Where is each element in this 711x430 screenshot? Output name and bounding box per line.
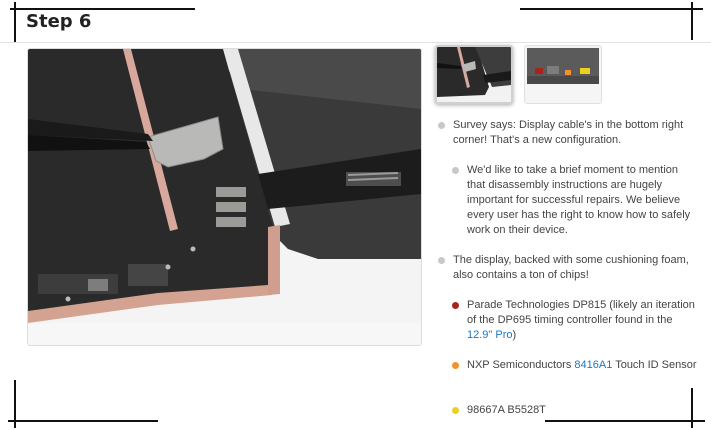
frame-line-bottom-right (545, 420, 705, 422)
link-12-9-pro[interactable]: 12.9" Pro (467, 329, 513, 341)
bullet-text-post: ) (512, 329, 517, 341)
bullet-text: Survey says: Display cable's in the bott… (453, 119, 684, 146)
bullet-item: We'd like to take a brief moment to ment… (452, 163, 698, 238)
bullet-dot-icon (438, 257, 445, 264)
bullet-text: 98667A B5528T (467, 404, 546, 416)
frame-line-right-top (691, 2, 693, 40)
bullet-text: Parade Technologies DP815 (likely an ite… (467, 299, 695, 326)
frame-line-top-right (520, 8, 703, 10)
bullet-item: Survey says: Display cable's in the bott… (438, 118, 698, 148)
main-step-image[interactable] (27, 48, 422, 346)
frame-line-top-left (10, 8, 195, 10)
bullet-dot-yellow-icon (452, 407, 459, 414)
bullet-dot-icon (438, 122, 445, 129)
bullet-text: The display, backed with some cushioning… (453, 254, 689, 281)
bullet-text: NXP Semiconductors (467, 359, 575, 371)
bullet-item: 98667A B5528T (452, 403, 698, 418)
bullet-dot-red-icon (452, 302, 459, 309)
bullet-text: We'd like to take a brief moment to ment… (467, 164, 691, 236)
title-divider (0, 42, 711, 43)
bullet-dot-icon (452, 167, 459, 174)
bullet-item: NXP Semiconductors 8416A1 Touch ID Senso… (452, 358, 698, 373)
main-image-photo (28, 49, 421, 345)
bullet-item: The display, backed with some cushioning… (438, 253, 698, 283)
thumbnail-2-image (525, 46, 601, 103)
link-8416a1[interactable]: 8416A1 (574, 359, 612, 371)
frame-line-left-bottom (14, 380, 16, 428)
thumbnail-1[interactable] (435, 45, 513, 104)
thumbnail-1-image (437, 47, 511, 102)
frame-line-left-top (14, 2, 16, 42)
bullet-item: Parade Technologies DP815 (likely an ite… (452, 298, 698, 343)
bullet-dot-orange-icon (452, 362, 459, 369)
step-title: Step 6 (26, 11, 92, 32)
frame-line-bottom-left (8, 420, 158, 422)
thumbnail-2[interactable] (524, 45, 602, 104)
bullet-text-post: Touch ID Sensor (612, 359, 697, 371)
